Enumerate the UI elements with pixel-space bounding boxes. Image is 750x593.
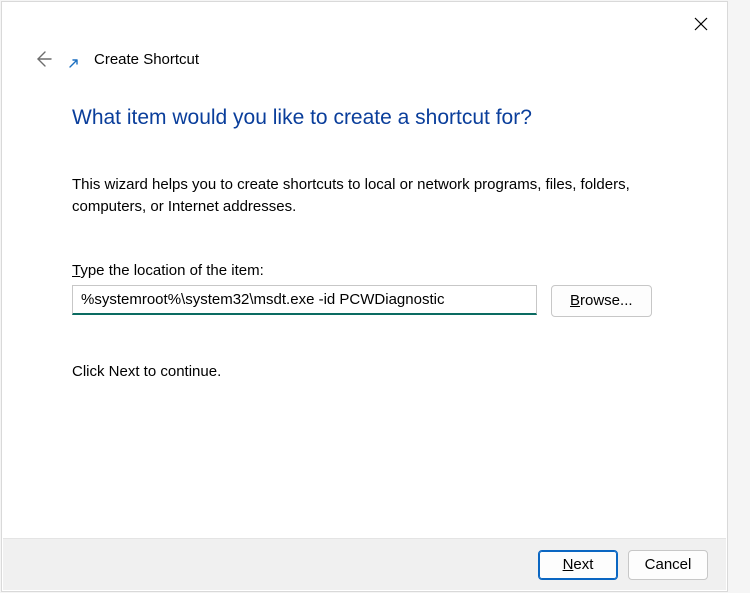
- back-arrow-icon: [33, 49, 53, 69]
- description-text: This wizard helps you to create shortcut…: [72, 174, 657, 218]
- wizard-window: Create Shortcut What item would you like…: [1, 1, 728, 592]
- wizard-title: Create Shortcut: [94, 51, 199, 68]
- back-button[interactable]: [32, 48, 54, 70]
- close-icon: [694, 17, 708, 31]
- shortcut-icon: [68, 55, 82, 69]
- close-button[interactable]: [687, 10, 715, 38]
- location-field-label: Type the location of the item:: [72, 262, 657, 279]
- browse-button[interactable]: Browse...: [551, 285, 652, 317]
- page-heading: What item would you like to create a sho…: [72, 106, 657, 130]
- header-row: Create Shortcut: [32, 48, 697, 70]
- cancel-button[interactable]: Cancel: [628, 550, 708, 580]
- footer-bar: Next Cancel: [3, 538, 726, 590]
- location-input-row: Browse...: [72, 285, 657, 317]
- next-button[interactable]: Next: [538, 550, 618, 580]
- content-area: What item would you like to create a sho…: [72, 106, 657, 380]
- continue-hint: Click Next to continue.: [72, 363, 657, 380]
- location-input[interactable]: [72, 285, 537, 315]
